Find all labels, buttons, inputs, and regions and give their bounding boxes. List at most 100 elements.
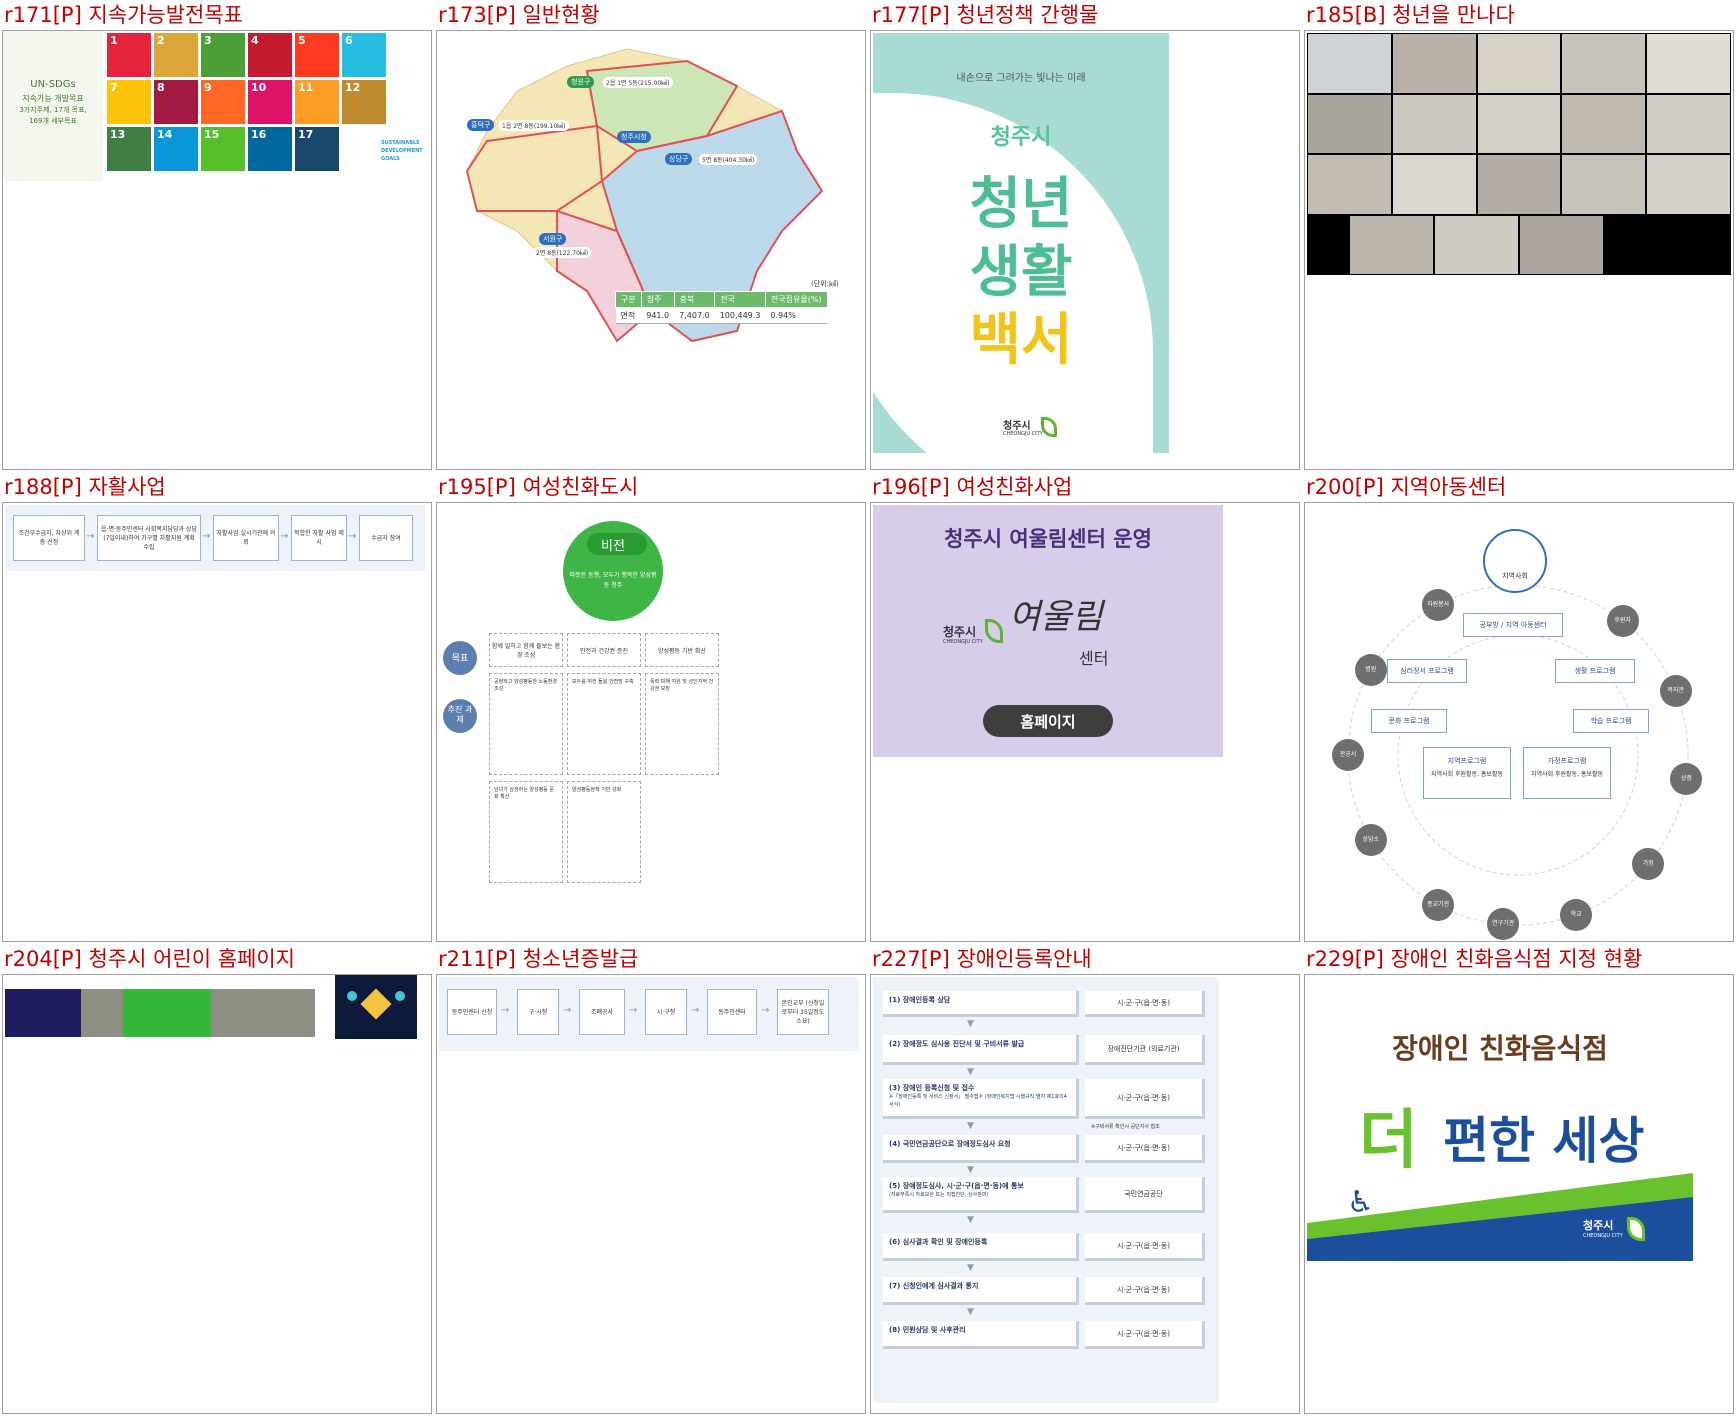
- color-bar-segment: [211, 989, 315, 1037]
- panel-image: 내손으로 그려가는 빛나는 미래 청주시 청년 생활 백서 청주시 CHEONG…: [870, 30, 1300, 470]
- arrow-down-icon: ▼: [967, 1165, 974, 1175]
- sdg-tile-number: 16: [251, 128, 267, 141]
- ring-node: 병원: [1354, 654, 1387, 686]
- video-tile: [1477, 94, 1561, 153]
- sdg-tile: 8: [154, 80, 198, 124]
- arrow-down-icon: ▼: [967, 1307, 974, 1317]
- person-icon: [395, 991, 405, 1001]
- panel-caption: r227[P] 장애인등록안내: [872, 947, 1092, 971]
- area-table: 구분 청주 충북 전국 전국점유율(%) 면적 941.0 7,407.0 100,449.3…: [615, 291, 828, 324]
- panel-yeoulrim[interactable]: r196[P] 여성친화사업 청주시 여울림센터 운영 청주시 CHEONGJU…: [868, 472, 1302, 944]
- task-box: 모두를 위한 돌봄 안전망 구축: [567, 673, 641, 775]
- panel-kids[interactable]: r204[P] 청주시 어린이 홈페이지: [0, 944, 434, 1416]
- panel-caption: r195[P] 여성친화도시: [438, 475, 639, 499]
- panel-caption: r177[P] 청년정책 간행물: [872, 3, 1099, 27]
- table-header-cell: 청주: [640, 291, 675, 308]
- panel-selfsupport[interactable]: r188[P] 자활사업 조건부수급자, 차상위 계층 선정 → 읍·면·동주민센터…: [0, 472, 434, 944]
- cover-city: 청주시: [990, 125, 1052, 150]
- arrow-right-icon: →: [629, 1005, 638, 1016]
- step-left-box: (6) 심사결과 확인 및 장애인등록: [883, 1233, 1079, 1261]
- arrow-down-icon: ▼: [967, 1019, 974, 1029]
- homepage-button[interactable]: 홈페이지: [983, 705, 1113, 737]
- panel-childcenter[interactable]: r200[P] 지역아동센터 지역사회 공부방 / 지역 아동센터 심리정서 프…: [1302, 472, 1736, 944]
- step-right-box: 시·군·구(읍·면·동): [1085, 991, 1205, 1017]
- panel-youth[interactable]: r177[P] 청년정책 간행물 내손으로 그려가는 빛나는 미래 청주시 청년…: [868, 0, 1302, 472]
- vision-text: 따뜻한 동행, 모두가 행복한 양성평등 청주: [569, 572, 657, 589]
- sdg-tile-number: 15: [204, 128, 220, 141]
- flow-step-box: 동주민센터: [707, 989, 757, 1035]
- panel-image: (1) 장애인등록 상담 시·군·구(읍·면·동) ▼ (2) 장애정도 심사용 진단…: [870, 974, 1300, 1414]
- task-label: 추진 과제: [447, 705, 473, 724]
- sdg-tile: 5: [295, 33, 339, 77]
- sdg-tile-number: 2: [157, 34, 165, 47]
- cover-subtitle: 내손으로 그려가는 빛나는 미래: [956, 73, 1086, 84]
- panel-image: 조건부수급자, 차상위 계층 선정 → 읍·면·동주민센터 사회복지담당과 상담(7…: [2, 502, 432, 942]
- panel-caption: r188[P] 자활사업: [4, 475, 166, 499]
- panel-image: 청주시 여울림센터 운영 청주시 CHEONGJU CITY 여울림 센터 홈페…: [870, 502, 1300, 942]
- program-family-box: 가정프로그램 지역사회 후원활동, 홍보활동: [1523, 747, 1611, 799]
- sdg-title: UN-SDGs: [30, 79, 76, 90]
- sdg-title-block: UN-SDGs 지속가능 개발목표 3가지주제, 17개 목표, 169개 세부…: [3, 31, 103, 181]
- panel-caption: r185[B] 청년을 만나다: [1306, 3, 1515, 27]
- sdg-tile-number: 10: [251, 81, 267, 94]
- table-header-row: 구분 청주 충북 전국 전국점유율(%): [615, 291, 828, 308]
- ring-node: 상담소: [1354, 824, 1387, 856]
- video-tile: [1520, 215, 1603, 274]
- video-tile: [1562, 94, 1646, 153]
- flow-step-box: 조폐공사: [579, 989, 625, 1035]
- sdg-tile: 10: [248, 80, 292, 124]
- flow-step-box: 읍·면·동주민센터 사회복지담당과 상담(7일이내)하여 가구별 자활지원 계획…: [97, 515, 201, 561]
- district-detail: 5면 8동(404.30㎢): [699, 154, 758, 165]
- city-logo: 청주시: [1583, 1219, 1614, 1232]
- flow-step-box: 본인교부 (신청일로부터 15일정도 소요): [777, 989, 829, 1035]
- video-tile: [1562, 34, 1646, 93]
- sdg-tile: 9: [201, 80, 245, 124]
- task-box: 남녀가 상생하는 양성평등 문화 확산: [489, 781, 563, 883]
- table-cell: 100,449.3: [714, 307, 766, 324]
- video-tile: [1647, 34, 1730, 93]
- panel-image: [1304, 30, 1734, 470]
- step-right-box: 시·군·구(읍·면·동): [1085, 1321, 1205, 1349]
- video-tile: [1308, 94, 1391, 153]
- step-note: (자료부족시 자료보완 또는 직접진단, 심사판여): [889, 1192, 989, 1198]
- sdg-tile: 3: [201, 33, 245, 77]
- panel-women[interactable]: r195[P] 여성친화도시 비전 따뜻한 동행, 모두가 행복한 양성평등 청…: [434, 472, 868, 944]
- program-local-box: 지역프로그램 지역사회 후원활동, 홍보활동: [1423, 747, 1511, 799]
- panel-map[interactable]: r173[P] 일반현황 청원구 2읍 1면 5동(215.00㎢) 흥덕구 1…: [434, 0, 868, 472]
- panel-idcard[interactable]: r211[P] 청소년증발급 동주민센터 신청 → 구·시청 → 조폐공사 → 시·구청 → 동…: [434, 944, 868, 1416]
- unit-label: (단위:㎢): [811, 280, 839, 288]
- step-left-box: (1) 장애인등록 상담: [883, 991, 1079, 1017]
- kids-icon: [335, 975, 417, 1039]
- ring-node: 상점: [1670, 762, 1703, 795]
- panel-meeting[interactable]: r185[B] 청년을 만나다: [1302, 0, 1736, 472]
- panel-caption: r211[P] 청소년증발급: [438, 947, 639, 971]
- hub-box: 공부방 / 지역 아동센터: [1463, 613, 1563, 637]
- youth-cover: 내손으로 그려가는 빛나는 미래 청주시 청년 생활 백서 청주시 CHEONG…: [871, 33, 1169, 469]
- video-tile: [1562, 155, 1646, 214]
- panel-image: 지역사회 공부방 / 지역 아동센터 심리정서 프로그램 생활 프로그램 문화 …: [1304, 502, 1734, 942]
- vision-label: 비전: [601, 539, 625, 554]
- sdg-tile-number: 7: [110, 81, 118, 94]
- panel-restaurant[interactable]: r229[P] 장애인 친화음식점 지정 현황 장애인 친화음식점 더 편한 세…: [1302, 944, 1736, 1416]
- panel-disability[interactable]: r227[P] 장애인등록안내 (1) 장애인등록 상담 시·군·구(읍·면·동)…: [868, 944, 1302, 1416]
- sdg-tile-number: 5: [298, 34, 306, 47]
- city-logo-sub: CHEONGJU CITY: [1583, 1233, 1623, 1239]
- table-cell: 면적: [615, 307, 642, 324]
- district-detail: 2읍 1면 5동(215.00㎢): [603, 77, 673, 88]
- program-box: 생활 프로그램: [1555, 659, 1635, 683]
- flow-step-box: 동주민센터 신청: [447, 989, 497, 1035]
- district-label: 서원구: [539, 233, 567, 245]
- cover-title-line: 백서: [969, 308, 1073, 373]
- video-tile: [1392, 34, 1476, 93]
- step-right-box: 시·군·구(읍·면·동): [1085, 1233, 1205, 1261]
- ring-node: 복지관: [1659, 675, 1692, 708]
- sdg-goals-logo: SUSTAINABLE DEVELOPMENT GOALS: [381, 131, 427, 177]
- panel-sdg[interactable]: r171[P] 지속가능발전목표 UN-SDGs 지속가능 개발목표 3가지주제…: [0, 0, 434, 472]
- color-bar-segment: [5, 989, 81, 1037]
- video-tile: [1435, 215, 1518, 274]
- sdg-tile: 11: [295, 80, 339, 124]
- video-tile: [1477, 34, 1561, 93]
- sdg-tile-number: 4: [251, 34, 259, 47]
- community-label: 지역사회: [1502, 572, 1528, 580]
- table-header-cell: 전국: [714, 291, 766, 308]
